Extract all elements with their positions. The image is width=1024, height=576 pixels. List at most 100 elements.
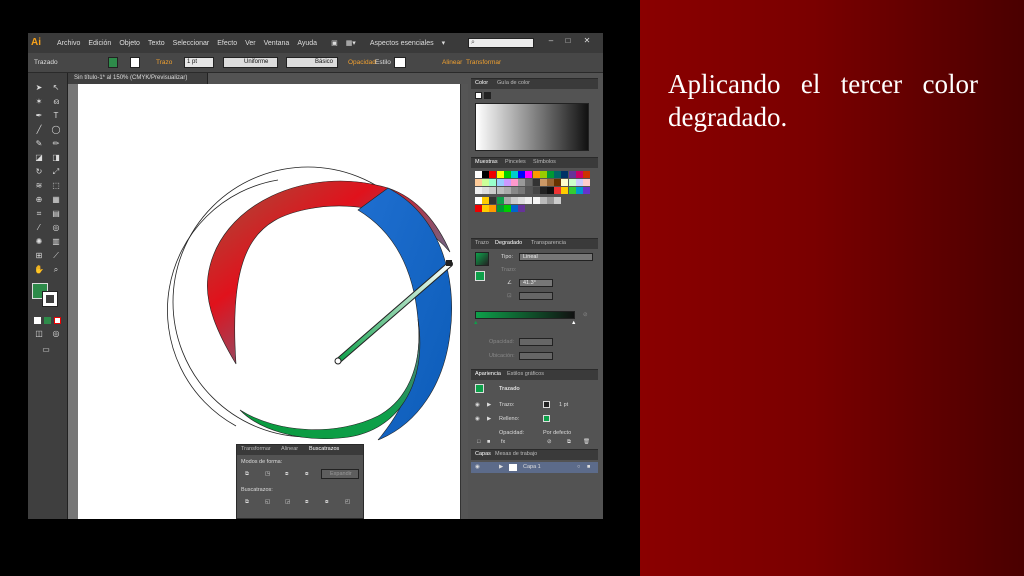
color-swatch[interactable] bbox=[532, 171, 540, 178]
color-swatch[interactable] bbox=[518, 179, 526, 186]
color-swatch[interactable] bbox=[554, 187, 562, 194]
color-swatch[interactable] bbox=[475, 171, 482, 178]
color-swatch[interactable] bbox=[554, 171, 562, 178]
stroke-weight-field[interactable]: 1 pt bbox=[184, 57, 214, 68]
aspect-field[interactable] bbox=[519, 292, 553, 300]
tab-mesas-de-trabajo[interactable]: Mesas de trabajo bbox=[495, 451, 537, 457]
tab-simbolos[interactable]: Símbolos bbox=[533, 159, 556, 165]
tab-buscatrazos[interactable]: Buscatrazos bbox=[309, 446, 339, 452]
color-swatch[interactable] bbox=[475, 179, 482, 186]
duplicate-item-icon[interactable]: ⧉ bbox=[567, 439, 571, 446]
scale-tool-icon[interactable]: ⤢ bbox=[50, 167, 62, 177]
eye-icon[interactable]: ◉ bbox=[475, 464, 480, 470]
type-tool-icon[interactable]: T bbox=[50, 111, 62, 121]
new-stroke-icon[interactable]: □ bbox=[477, 439, 480, 445]
color-swatch[interactable] bbox=[503, 187, 511, 194]
variable-width-profile[interactable]: Uniforme bbox=[223, 57, 278, 68]
appearance-fill-label[interactable]: Relleno: bbox=[499, 416, 519, 422]
brush-definition[interactable]: Básico bbox=[286, 57, 338, 68]
pencil-tool-icon[interactable]: ✏ bbox=[50, 139, 62, 149]
fill-color-swatch[interactable] bbox=[108, 57, 118, 68]
color-group-swatch[interactable] bbox=[475, 205, 482, 212]
selection-indicator-icon[interactable]: ■ bbox=[587, 464, 590, 470]
menu-efecto[interactable]: Efecto bbox=[217, 40, 237, 47]
maximize-button[interactable]: □ bbox=[561, 36, 575, 46]
tab-muestras[interactable]: Muestras bbox=[475, 159, 498, 165]
selection-tool-icon[interactable]: ➤ bbox=[33, 83, 45, 93]
color-swatch[interactable] bbox=[482, 187, 490, 194]
angle-field[interactable]: 41.3° bbox=[519, 279, 553, 287]
color-swatch[interactable] bbox=[489, 171, 497, 178]
tab-transformar[interactable]: Transformar bbox=[241, 446, 271, 452]
color-swatch[interactable] bbox=[482, 179, 490, 186]
tab-color[interactable]: Color bbox=[475, 80, 488, 86]
draw-normal-icon[interactable]: ◫ bbox=[33, 329, 45, 339]
gradient-origin-handle[interactable] bbox=[334, 357, 342, 365]
graphic-style-swatch[interactable] bbox=[394, 57, 406, 68]
stroke-indicator[interactable] bbox=[484, 92, 491, 99]
tab-apariencia[interactable]: Apariencia bbox=[475, 371, 501, 377]
expand-button[interactable]: Expandir bbox=[321, 469, 359, 479]
shape-builder-tool-icon[interactable]: ⊕ bbox=[33, 195, 45, 205]
stroke-color-swatch[interactable] bbox=[130, 57, 140, 68]
color-group-swatch[interactable] bbox=[503, 205, 511, 212]
exclude-icon[interactable]: ⧇ bbox=[305, 471, 309, 478]
color-swatch[interactable] bbox=[554, 179, 562, 186]
color-swatch[interactable] bbox=[575, 179, 583, 186]
color-swatch[interactable] bbox=[511, 171, 518, 178]
color-swatch[interactable] bbox=[532, 179, 540, 186]
none-mode-button[interactable] bbox=[54, 317, 61, 324]
color-swatch[interactable] bbox=[539, 171, 547, 178]
color-swatch[interactable] bbox=[482, 171, 490, 178]
color-group-swatch[interactable] bbox=[511, 205, 518, 212]
gradient-slider[interactable] bbox=[475, 311, 575, 319]
document-tab[interactable]: Sin título-1* al 150% (CMYK/Previsualiza… bbox=[68, 73, 208, 84]
menu-archivo[interactable]: Archivo bbox=[57, 40, 80, 47]
expand-arrow-icon[interactable]: ▶ bbox=[499, 464, 503, 470]
artboard-tool-icon[interactable]: ⊞ bbox=[33, 251, 45, 261]
menu-edicion[interactable]: Edición bbox=[88, 40, 111, 47]
gray-ramp[interactable] bbox=[475, 103, 589, 151]
merge-icon[interactable]: ◲ bbox=[285, 499, 290, 505]
appearance-opacity-label[interactable]: Opacidad: bbox=[499, 430, 524, 436]
gradient-swatch[interactable] bbox=[554, 197, 562, 204]
color-swatch[interactable] bbox=[511, 187, 518, 194]
color-swatch[interactable] bbox=[583, 171, 590, 178]
tab-estilos-graficos[interactable]: Estilos gráficos bbox=[507, 371, 544, 377]
expand-arrow-icon[interactable]: ▶ bbox=[487, 416, 491, 422]
color-swatch[interactable] bbox=[496, 187, 504, 194]
right-blue-crescent[interactable] bbox=[357, 187, 453, 441]
tab-trazo[interactable]: Trazo bbox=[475, 240, 489, 246]
gradient-tool-icon[interactable]: ▤ bbox=[50, 209, 62, 219]
gradient-thumbnail[interactable] bbox=[475, 252, 489, 266]
paintbrush-tool-icon[interactable]: ✎ bbox=[33, 139, 45, 149]
lasso-tool-icon[interactable]: ഒ bbox=[50, 97, 62, 107]
color-swatch[interactable] bbox=[547, 179, 554, 186]
color-swatch[interactable] bbox=[496, 179, 504, 186]
location-field[interactable] bbox=[519, 352, 553, 360]
color-swatch[interactable] bbox=[489, 179, 497, 186]
minus-front-icon[interactable]: ◳ bbox=[265, 471, 270, 477]
color-swatch[interactable] bbox=[503, 179, 511, 186]
clear-appearance-icon[interactable]: ⊘ bbox=[547, 439, 552, 445]
color-swatch[interactable] bbox=[518, 171, 526, 178]
warp-tool-icon[interactable]: ≋ bbox=[33, 181, 45, 191]
hand-tool-icon[interactable]: ✋ bbox=[33, 265, 45, 275]
add-effect-icon[interactable]: fx bbox=[501, 439, 505, 445]
ellipse-tool-icon[interactable]: ◯ bbox=[50, 125, 62, 135]
workspace-switcher[interactable]: Aspectos esenciales bbox=[370, 40, 434, 47]
color-swatch[interactable] bbox=[525, 187, 533, 194]
gradient-swatch[interactable] bbox=[503, 197, 511, 204]
tab-transparencia[interactable]: Transparencia bbox=[531, 240, 566, 246]
color-swatch[interactable] bbox=[532, 187, 540, 194]
search-input[interactable]: ⌕ bbox=[468, 38, 534, 48]
arrange-documents-icon[interactable]: ▦▾ bbox=[346, 39, 356, 47]
gradient-end-handle[interactable] bbox=[446, 260, 452, 266]
color-group-swatch[interactable] bbox=[482, 205, 490, 212]
color-swatch[interactable] bbox=[539, 187, 547, 194]
draw-inside-icon[interactable]: ◎ bbox=[50, 329, 62, 339]
eraser-tool-icon[interactable]: ◨ bbox=[50, 153, 62, 163]
color-group-swatch[interactable] bbox=[496, 205, 504, 212]
appearance-stroke-value[interactable]: 1 pt bbox=[559, 402, 568, 408]
color-swatch[interactable] bbox=[583, 179, 590, 186]
